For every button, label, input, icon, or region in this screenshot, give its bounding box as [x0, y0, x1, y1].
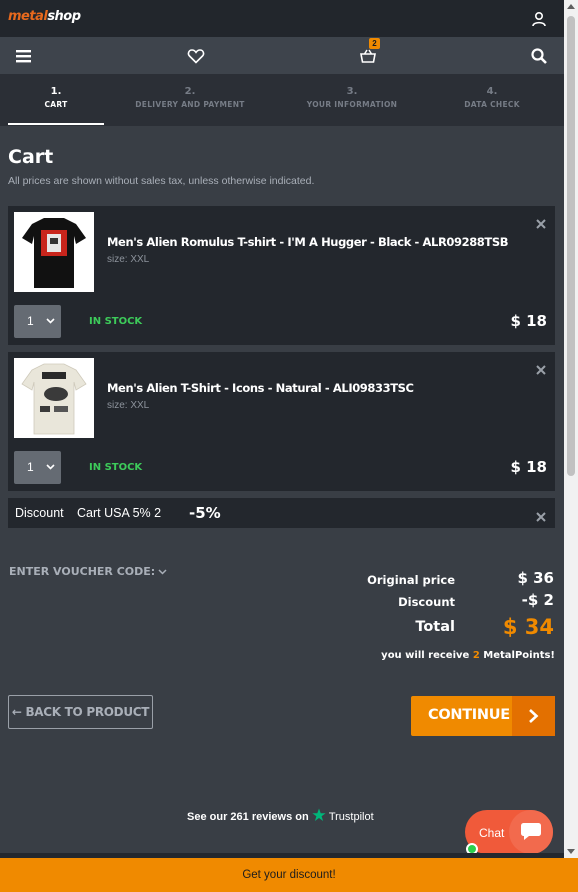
basket-icon[interactable] [359, 47, 377, 65]
stock-status: IN STOCK [89, 316, 143, 327]
continue-label: CONTINUE [428, 707, 510, 723]
original-price-value: $ 36 [517, 569, 554, 587]
cart-count-badge: 2 [369, 38, 380, 49]
main-nav-bar: 2 [0, 37, 564, 74]
step-delivery-payment[interactable]: 2. DELIVERY AND PAYMENT [130, 86, 250, 109]
product-size: size: XXL [107, 400, 150, 411]
chevron-down-icon [46, 464, 55, 470]
logo-text-shop: shop [47, 9, 81, 24]
scroll-up-arrow[interactable] [567, 4, 575, 9]
menu-icon[interactable] [15, 47, 33, 65]
metalpoints-note: you will receive 2 MetalPoints! [381, 650, 555, 661]
scrollbar[interactable] [564, 0, 578, 858]
logo-text-metal: metal [8, 9, 48, 24]
chat-bubble [509, 810, 553, 854]
stock-status: IN STOCK [89, 462, 143, 473]
page-title: Cart [8, 146, 54, 168]
product-name[interactable]: Men's Alien T-Shirt - Icons - Natural - … [107, 381, 414, 395]
chat-label: Chat [479, 826, 505, 840]
step-number: 1. [50, 86, 62, 97]
discount-row: Discount Cart USA 5% 2 -5% [8, 498, 555, 528]
checkout-steps: 1. CART 2. DELIVERY AND PAYMENT 3. YOUR … [0, 74, 564, 126]
step-label: YOUR INFORMATION [306, 100, 398, 109]
product-name[interactable]: Men's Alien Romulus T-shirt - I'M A Hugg… [107, 235, 509, 249]
total-label: Total [415, 619, 455, 635]
step-label: DATA CHECK [464, 100, 520, 109]
item-price: $ 18 [510, 458, 547, 476]
remove-discount-icon[interactable] [536, 512, 546, 522]
chevron-right-icon [529, 709, 539, 723]
trust-prefix: See our [187, 811, 228, 823]
cart-item: Men's Alien Romulus T-shirt - I'M A Hugg… [8, 206, 555, 345]
quantity-value: 1 [27, 314, 34, 328]
points-suffix: MetalPoints! [483, 650, 555, 661]
continue-arrow [512, 696, 555, 736]
points-number: 2 [472, 650, 480, 661]
quantity-select[interactable]: 1 [14, 451, 61, 484]
discount-name: Cart USA 5% 2 [77, 506, 162, 520]
step-number: 4. [486, 86, 498, 97]
voucher-label: ENTER VOUCHER CODE: [9, 565, 156, 578]
user-icon[interactable] [531, 11, 547, 27]
product-image[interactable] [14, 358, 94, 438]
discount-value: -5% [189, 504, 221, 522]
continue-button[interactable]: CONTINUE [411, 696, 555, 736]
step-cart[interactable]: 1. CART [25, 86, 87, 109]
step-label: DELIVERY AND PAYMENT [135, 100, 245, 109]
quantity-select[interactable]: 1 [14, 305, 61, 338]
discount-summary-value: -$ 2 [521, 591, 554, 609]
remove-item-icon[interactable] [536, 219, 546, 229]
trustpilot-widget[interactable]: See our 261 reviews on Trustpilot [187, 808, 374, 823]
top-bar: metalshop [0, 0, 564, 37]
step-number: 2. [184, 86, 196, 97]
points-prefix: you will receive [381, 650, 470, 661]
cart-item: Men's Alien T-Shirt - Icons - Natural - … [8, 352, 555, 491]
remove-item-icon[interactable] [536, 365, 546, 375]
discount-label: Discount [15, 506, 64, 520]
trust-middle: reviews on [251, 811, 309, 823]
back-to-product-button[interactable]: ← BACK TO PRODUCT [8, 695, 153, 729]
scroll-down-arrow[interactable] [567, 849, 575, 854]
step-label: CART [44, 100, 68, 109]
discount-banner[interactable]: Get your discount! [0, 858, 578, 892]
chat-button[interactable]: Chat [465, 810, 553, 854]
product-size: size: XXL [107, 254, 150, 265]
step-number: 3. [346, 86, 358, 97]
step-data-check[interactable]: 4. DATA CHECK [455, 86, 529, 109]
scrollbar-thumb[interactable] [567, 16, 575, 476]
heart-icon[interactable] [187, 47, 205, 65]
voucher-toggle[interactable]: ENTER VOUCHER CODE: [9, 565, 167, 578]
active-step-indicator [8, 123, 104, 125]
trustpilot-brand: Trustpilot [328, 811, 374, 823]
trustpilot-star-icon [312, 808, 326, 821]
page-subtitle: All prices are shown without sales tax, … [8, 175, 315, 187]
total-value: $ 34 [502, 615, 554, 639]
original-price-label: Original price [367, 573, 455, 587]
chevron-down-icon [46, 318, 55, 324]
search-icon[interactable] [530, 47, 548, 65]
chevron-down-icon [158, 569, 167, 575]
review-count: 261 [230, 811, 249, 823]
item-price: $ 18 [510, 312, 547, 330]
step-your-information[interactable]: 3. YOUR INFORMATION [302, 86, 402, 109]
site-logo[interactable]: metalshop [8, 9, 81, 24]
discount-summary-label: Discount [398, 595, 455, 609]
product-image[interactable] [14, 212, 94, 292]
quantity-value: 1 [27, 460, 34, 474]
chat-bubble-icon [521, 823, 541, 840]
